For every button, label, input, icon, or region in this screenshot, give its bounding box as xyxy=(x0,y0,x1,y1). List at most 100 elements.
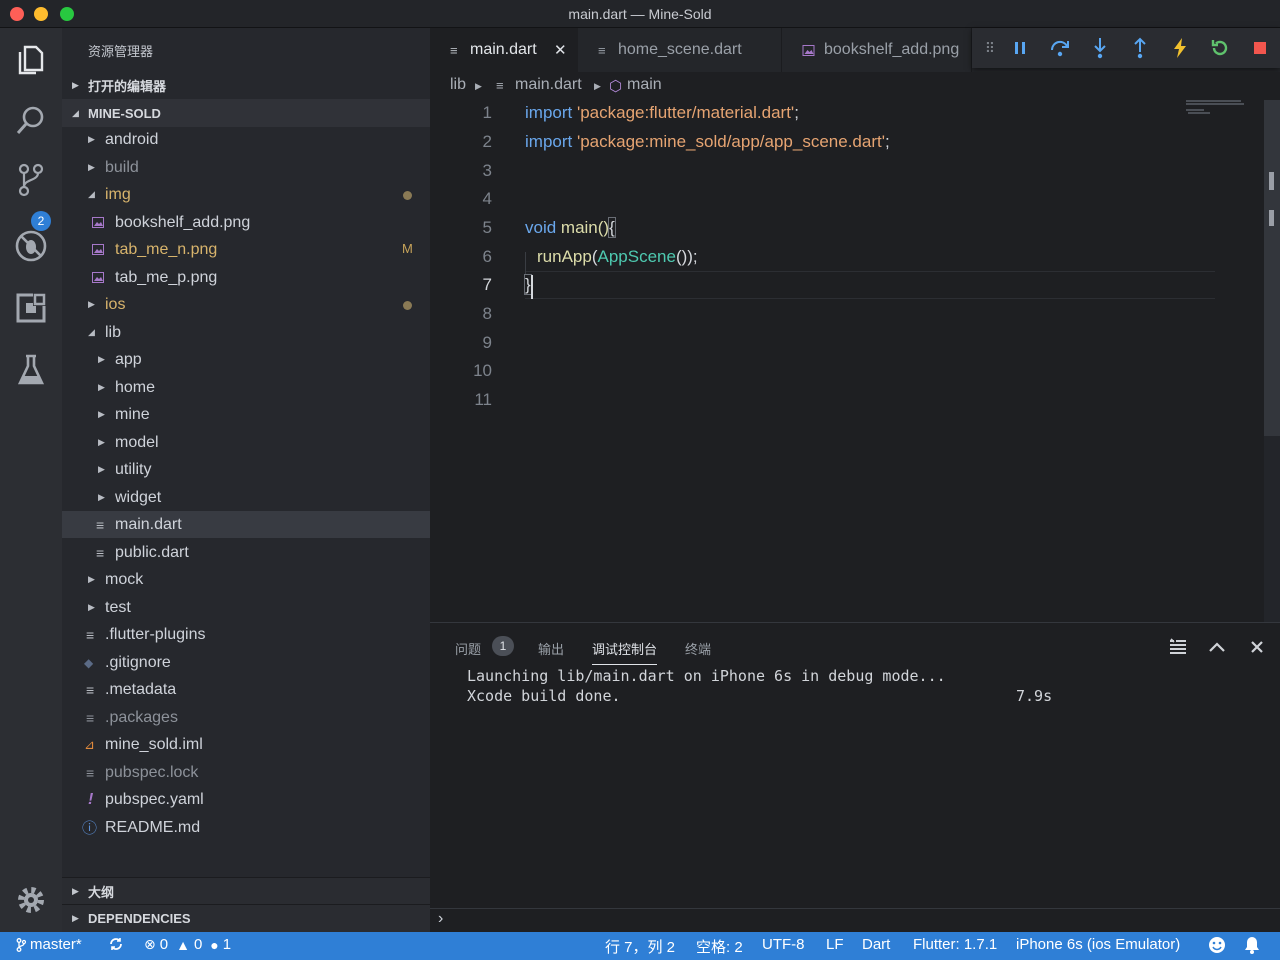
dependencies-section[interactable]: ▶ DEPENDENCIES xyxy=(62,904,430,932)
tree-item-ios[interactable]: ▶ ios xyxy=(62,291,430,318)
tree-item-packages[interactable]: ≡ .packages xyxy=(62,704,430,731)
search-icon[interactable] xyxy=(11,100,51,140)
image-file-icon xyxy=(92,244,104,255)
tab-debug-console[interactable]: 调试控制台 xyxy=(592,639,658,665)
modified-dot xyxy=(403,191,412,200)
tree-item-model[interactable]: ▶ model xyxy=(62,429,430,456)
cursor-position[interactable]: 行 7，列 2 xyxy=(605,936,675,957)
text-file-icon: ≡ xyxy=(598,42,606,58)
step-out-button[interactable] xyxy=(1128,36,1152,60)
problems-summary[interactable]: ⊗ 0 ▲ 0 ● 1 xyxy=(144,936,231,953)
tab-problems[interactable]: 问题 xyxy=(455,639,481,658)
step-over-button[interactable] xyxy=(1048,36,1072,60)
source-control-icon[interactable] xyxy=(11,160,51,200)
restart-button[interactable] xyxy=(1208,36,1232,60)
tree-item-pubspec-lock[interactable]: ≡ pubspec.lock xyxy=(62,759,430,786)
tree-item-public-dart[interactable]: ≡ public.dart xyxy=(62,539,430,566)
close-panel-icon[interactable] xyxy=(1247,637,1267,657)
tree-item-mine-sold-iml[interactable]: ⊿ mine_sold.iml xyxy=(62,731,430,758)
tree-item-main-dart[interactable]: ≡ main.dart xyxy=(62,511,430,538)
tree-item-mock[interactable]: ▶ mock xyxy=(62,566,430,593)
status-bar: master* ⊗ 0 ▲ 0 ● 1 行 7，列 2 空格: 2 UTF-8 LF … xyxy=(0,932,1280,960)
tree-item-app[interactable]: ▶ app xyxy=(62,346,430,373)
maximize-panel-chevron-up-icon[interactable] xyxy=(1207,637,1227,657)
eol-setting[interactable]: LF xyxy=(826,936,844,953)
warning-icon: ▲ xyxy=(176,936,190,953)
tab-home-scene-dart[interactable]: ≡ home_scene.dart xyxy=(578,28,782,72)
minimap[interactable] xyxy=(1184,100,1244,120)
device-selector[interactable]: iPhone 6s (ios Emulator) xyxy=(1016,936,1180,953)
indentation-setting[interactable]: 空格: 2 xyxy=(696,936,743,957)
tab-main-dart[interactable]: ≡ main.dart ✕ xyxy=(430,28,578,72)
line-number: 9 xyxy=(482,333,492,352)
tab-bookshelf-add-png[interactable]: bookshelf_add.png xyxy=(782,28,972,72)
text-file-icon: ≡ xyxy=(496,78,504,93)
git-diamond-icon: ◆ xyxy=(84,655,94,670)
extensions-icon[interactable] xyxy=(11,288,51,328)
tree-item-build[interactable]: ▶ build xyxy=(62,154,430,181)
open-editors-section[interactable]: ▶ 打开的编辑器 xyxy=(62,71,430,99)
text-file-icon: ≡ xyxy=(86,764,95,781)
settings-gear-icon[interactable] xyxy=(11,880,51,920)
tree-item-bookshelf-add[interactable]: bookshelf_add.png xyxy=(62,209,430,236)
debug-toolbar: ⠿ xyxy=(972,28,1280,68)
line-number: 7 xyxy=(482,275,492,294)
tree-item-tab-me-n[interactable]: tab_me_n.png M xyxy=(62,236,430,263)
chevron-down-icon: ◢ xyxy=(72,107,79,118)
notifications-bell-icon[interactable] xyxy=(1244,936,1260,954)
close-icon[interactable]: ✕ xyxy=(554,41,567,59)
line-number: 6 xyxy=(482,247,492,266)
minimize-window-button[interactable] xyxy=(34,7,48,21)
tree-item-img[interactable]: ◢ img xyxy=(62,181,430,208)
clear-console-icon[interactable] xyxy=(1168,637,1188,657)
breadcrumb-symbol[interactable]: main xyxy=(627,76,662,94)
code-line-2: import 'package:mine_sold/app/app_scene.… xyxy=(525,132,890,151)
close-window-button[interactable] xyxy=(10,7,24,21)
breadcrumb-folder[interactable]: lib xyxy=(450,76,466,94)
tree-item-tab-me-p[interactable]: tab_me_p.png xyxy=(62,264,430,291)
tree-item-gitignore[interactable]: ◆ .gitignore xyxy=(62,649,430,676)
stop-button[interactable] xyxy=(1248,36,1272,60)
tree-item-readme[interactable]: ⓘ README.md xyxy=(62,814,430,841)
tree-item-test[interactable]: ▶ test xyxy=(62,594,430,621)
tab-terminal[interactable]: 终端 xyxy=(685,639,711,658)
tree-item-mine[interactable]: ▶ mine xyxy=(62,401,430,428)
flutter-version[interactable]: Flutter: 1.7.1 xyxy=(913,936,997,953)
chevron-right-icon: ▶ xyxy=(72,913,79,923)
chevron-right-icon: ▶ xyxy=(88,299,95,309)
tree-item-widget[interactable]: ▶ widget xyxy=(62,484,430,511)
outline-section[interactable]: ▶ 大纲 xyxy=(62,877,430,905)
zoom-window-button[interactable] xyxy=(60,7,74,21)
debug-icon[interactable] xyxy=(11,226,51,266)
tree-item-utility[interactable]: ▶ utility xyxy=(62,456,430,483)
chevron-right-icon: ▶ xyxy=(72,886,79,896)
title-bar: main.dart — Mine-Sold xyxy=(0,0,1280,28)
language-mode[interactable]: Dart xyxy=(862,936,890,953)
encoding-setting[interactable]: UTF-8 xyxy=(762,936,805,953)
sync-icon[interactable] xyxy=(108,936,124,952)
info-icon: ● xyxy=(210,936,219,953)
code-editor[interactable]: 1 2 3 4 5 6 7 8 9 10 11 import 'package:… xyxy=(430,100,1264,622)
tab-output[interactable]: 输出 xyxy=(538,639,564,658)
feedback-smiley-icon[interactable] xyxy=(1208,936,1226,954)
editor-scrollbar-thumb[interactable] xyxy=(1264,100,1280,436)
step-into-button[interactable] xyxy=(1088,36,1112,60)
git-branch-item[interactable]: master* xyxy=(16,936,82,953)
tree-item-metadata[interactable]: ≡ .metadata xyxy=(62,676,430,703)
tree-item-android[interactable]: ▶ android xyxy=(62,126,430,153)
tree-item-lib[interactable]: ◢ lib xyxy=(62,319,430,346)
test-flask-icon[interactable] xyxy=(11,350,51,390)
hot-reload-lightning-icon[interactable] xyxy=(1168,36,1192,60)
image-file-icon xyxy=(92,272,104,283)
line-number: 3 xyxy=(482,161,492,180)
tree-item-flutter-plugins[interactable]: ≡ .flutter-plugins xyxy=(62,621,430,648)
breadcrumb-file[interactable]: main.dart xyxy=(515,76,582,94)
explorer-sidebar: 资源管理器 ▶ 打开的编辑器 ◢ MINE-SOLD ▶ android ▶ b… xyxy=(62,28,430,932)
drag-handle-icon[interactable]: ⠿ xyxy=(978,36,1002,60)
project-section[interactable]: ◢ MINE-SOLD xyxy=(62,99,430,127)
debug-console-input[interactable]: › xyxy=(430,908,1280,932)
pause-button[interactable] xyxy=(1008,36,1032,60)
explorer-icon[interactable] xyxy=(11,40,51,80)
tree-item-pubspec-yaml[interactable]: ! pubspec.yaml xyxy=(62,786,430,813)
tree-item-home[interactable]: ▶ home xyxy=(62,374,430,401)
